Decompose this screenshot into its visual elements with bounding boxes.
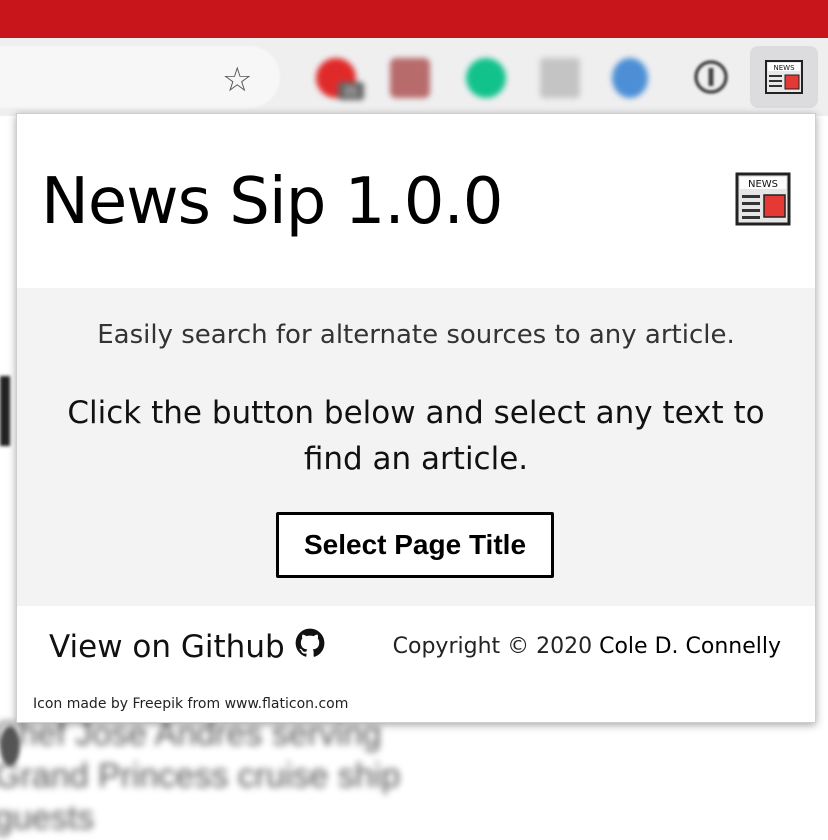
background-headline-line: Grand Princess cruise ship: [0, 757, 401, 795]
browser-tab-strip: [0, 0, 828, 38]
info-extension-icon[interactable]: [690, 56, 732, 98]
select-page-title-button[interactable]: Select Page Title: [276, 512, 554, 578]
copyright-author: Cole D. Connelly: [599, 634, 781, 659]
extension-icon-brown[interactable]: [390, 58, 430, 98]
copyright-text: Copyright © 2020 Cole D. Connelly: [393, 634, 781, 659]
background-headline-line: guests: [0, 799, 95, 837]
extension-popup: News Sip 1.0.0 NEWS Easily search for al…: [16, 113, 816, 723]
github-link-label: View on Github: [49, 629, 285, 665]
popup-instructions: Click the button below and select any te…: [67, 395, 765, 477]
newspaper-icon: NEWS: [735, 172, 791, 226]
extension-badge: 21: [338, 82, 364, 100]
github-link[interactable]: View on Github: [49, 628, 325, 666]
extension-icon-gray[interactable]: [540, 58, 580, 98]
news-sip-extension-button[interactable]: NEWS: [750, 46, 818, 108]
extension-icon-blue[interactable]: [612, 58, 648, 98]
github-icon: [295, 628, 325, 666]
popup-title: News Sip 1.0.0: [41, 165, 503, 239]
extension-icon-red[interactable]: 21: [316, 58, 364, 100]
popup-subtitle: Easily search for alternate sources to a…: [97, 320, 735, 350]
browser-toolbar: ☆ 21 NEWS: [0, 38, 828, 116]
popup-header: News Sip 1.0.0 NEWS: [17, 114, 815, 288]
grammarly-icon[interactable]: [466, 58, 506, 98]
bookmark-star-icon[interactable]: ☆: [222, 63, 252, 97]
popup-footer: View on Github Copyright © 2020 Cole D. …: [17, 606, 815, 722]
copyright-prefix: Copyright © 2020: [392, 634, 600, 659]
svg-text:NEWS: NEWS: [773, 64, 795, 72]
background-text-fragment: [0, 376, 10, 446]
svg-text:NEWS: NEWS: [748, 179, 778, 190]
newspaper-icon: NEWS: [765, 60, 803, 94]
icon-credit: Icon made by Freepik from www.flaticon.c…: [33, 696, 349, 712]
popup-body: Easily search for alternate sources to a…: [17, 288, 815, 606]
